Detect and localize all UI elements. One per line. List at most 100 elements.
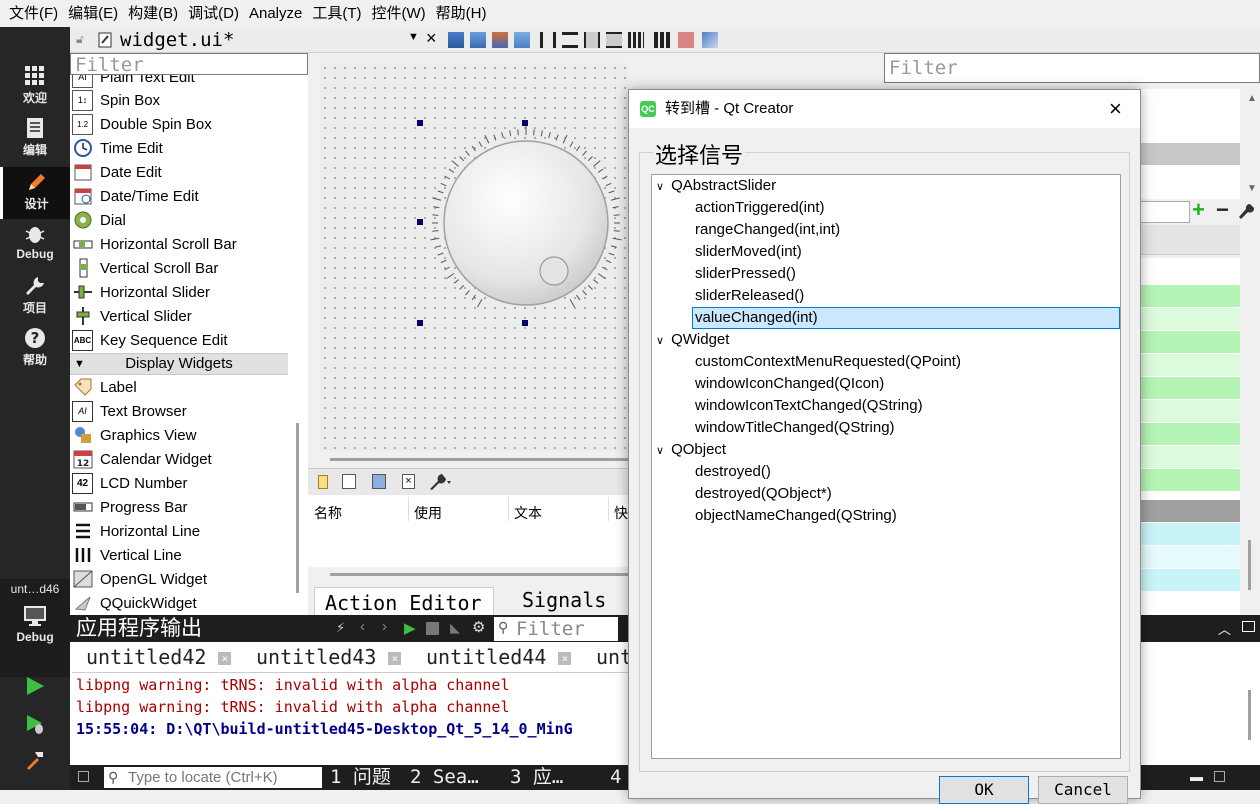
widget-item-lcd-number[interactable]: 42 LCD Number: [72, 471, 188, 495]
tree-node-qobject[interactable]: ∨ QObject: [656, 439, 726, 461]
widget-item-vslider[interactable]: Vertical Slider: [72, 304, 192, 328]
menu-build[interactable]: 构建(B): [123, 0, 183, 27]
file-tab-title[interactable]: widget.ui*: [120, 29, 234, 51]
menu-debug[interactable]: 调试(D): [183, 0, 244, 27]
break-layout-icon[interactable]: [678, 32, 694, 48]
signal-item[interactable]: objectNameChanged(QString): [695, 505, 897, 527]
property-group-header[interactable]: [1140, 500, 1240, 522]
scroll-down-icon[interactable]: ▼: [1247, 183, 1257, 194]
layout-horizontal-icon[interactable]: [540, 32, 556, 48]
remove-property-icon[interactable]: −: [1216, 197, 1229, 223]
wrench-icon[interactable]: [428, 473, 452, 491]
menu-edit[interactable]: 编辑(E): [63, 0, 123, 27]
property-scrollbar[interactable]: [1248, 540, 1251, 590]
output-filter-input[interactable]: ⚲ Filter: [494, 617, 618, 641]
widget-item-datetime-edit[interactable]: Date/Time Edit: [72, 184, 199, 208]
output-tab[interactable]: unt: [582, 642, 628, 672]
tab-action-editor[interactable]: Action Editor: [314, 587, 494, 617]
clean-icon[interactable]: ⚡︎: [336, 620, 345, 636]
output-scrollbar[interactable]: [1248, 690, 1251, 740]
column-header-text[interactable]: 文本: [514, 503, 542, 523]
toggle-right-sidebar-icon[interactable]: [1214, 771, 1225, 782]
column-header-shortcut[interactable]: 快: [614, 503, 628, 523]
output-tab[interactable]: untitled42 ×: [72, 642, 232, 672]
scroll-up-icon[interactable]: ▲: [1247, 93, 1257, 104]
widget-item-hslider[interactable]: Horizontal Slider: [72, 280, 210, 304]
widget-item-calendar[interactable]: 12 Calendar Widget: [72, 447, 212, 471]
menu-file[interactable]: 文件(F): [4, 0, 63, 27]
widget-item-hline[interactable]: Horizontal Line: [72, 519, 200, 543]
wrench-icon[interactable]: [1238, 203, 1256, 221]
signal-item[interactable]: sliderMoved(int): [695, 241, 802, 263]
layout-vertical-icon[interactable]: [562, 32, 578, 48]
copy-action-icon[interactable]: [342, 474, 356, 489]
widget-item-vline[interactable]: Vertical Line: [72, 543, 182, 567]
widget-item-spin-box[interactable]: 1↕ Spin Box: [72, 88, 160, 112]
signal-item[interactable]: actionTriggered(int): [695, 197, 825, 219]
debug-run-icon[interactable]: [24, 713, 46, 735]
tree-node-qwidget[interactable]: ∨ QWidget: [656, 329, 729, 351]
column-header-used[interactable]: 使用: [414, 503, 442, 523]
object-filter-input[interactable]: Filter: [884, 53, 1260, 83]
signal-item[interactable]: windowTitleChanged(QString): [695, 417, 895, 439]
widget-item-text-browser[interactable]: AI Text Browser: [72, 399, 187, 423]
edit-widgets-icon[interactable]: [448, 32, 464, 48]
signal-item[interactable]: sliderReleased(): [695, 285, 804, 307]
property-row[interactable]: [1140, 377, 1240, 399]
widget-item-double-spin-box[interactable]: 1.2 Double Spin Box: [72, 112, 212, 136]
property-row[interactable]: [1140, 546, 1240, 568]
signal-item[interactable]: destroyed(QObject*): [695, 483, 832, 505]
close-icon[interactable]: ×: [558, 652, 572, 665]
object-row-selected[interactable]: [1134, 143, 1240, 165]
property-row[interactable]: [1140, 400, 1240, 422]
mode-help[interactable]: ? 帮助: [0, 323, 70, 375]
selection-handle[interactable]: [522, 320, 528, 326]
selection-handle[interactable]: [417, 219, 423, 225]
locator-input[interactable]: ⚲ Type to locate (Ctrl+K): [104, 767, 322, 788]
widget-item-time-edit[interactable]: Time Edit: [72, 136, 163, 160]
mode-projects[interactable]: 项目: [0, 271, 70, 323]
menu-help[interactable]: 帮助(H): [431, 0, 492, 27]
signal-item-selected[interactable]: valueChanged(int): [692, 307, 1120, 329]
run-icon[interactable]: [24, 675, 46, 697]
tree-node-qabstractslider[interactable]: ∨ QAbstractSlider: [656, 175, 776, 197]
rerun-icon[interactable]: ▶: [404, 619, 416, 637]
property-row[interactable]: [1140, 523, 1240, 545]
widget-filter-input[interactable]: Filter: [70, 53, 308, 76]
dial-widget[interactable]: [428, 121, 642, 335]
widget-item-key-sequence-edit[interactable]: ABC Key Sequence Edit: [72, 328, 228, 352]
widget-item-vscrollbar[interactable]: Vertical Scroll Bar: [72, 256, 218, 280]
pane-search[interactable]: 2 Sea…: [410, 765, 479, 790]
output-tab[interactable]: untitled43 ×: [242, 642, 402, 672]
widget-item-hscrollbar[interactable]: Horizontal Scroll Bar: [72, 232, 237, 256]
chevron-down-icon[interactable]: ▼: [408, 31, 419, 43]
widget-item-progress-bar[interactable]: Progress Bar: [72, 495, 188, 519]
widget-item-label[interactable]: Label: [72, 375, 137, 399]
signal-item[interactable]: destroyed(): [695, 461, 771, 483]
selection-handle[interactable]: [522, 120, 528, 126]
mode-design[interactable]: 设计: [0, 167, 70, 219]
close-icon[interactable]: ×: [388, 652, 402, 665]
kit-selector[interactable]: unt…d46 Debug: [0, 579, 70, 677]
widget-item-opengl[interactable]: OpenGL Widget: [72, 567, 207, 591]
add-property-icon[interactable]: +: [1192, 197, 1205, 223]
mode-debug[interactable]: Debug: [0, 219, 70, 271]
menu-widgets[interactable]: 控件(W): [367, 0, 431, 27]
menu-tools[interactable]: 工具(T): [307, 0, 366, 27]
signal-item[interactable]: windowIconChanged(QIcon): [695, 373, 884, 395]
action-hscrollbar[interactable]: [330, 573, 628, 576]
close-icon[interactable]: ×: [218, 652, 232, 665]
form-editor[interactable]: [320, 63, 628, 451]
mode-edit[interactable]: 编辑: [0, 113, 70, 165]
edit-signals-icon[interactable]: [470, 32, 486, 48]
build-hammer-icon[interactable]: [24, 749, 46, 771]
next-icon[interactable]: ›: [382, 618, 387, 635]
stop-icon[interactable]: [426, 622, 439, 635]
signal-item[interactable]: sliderPressed(): [695, 263, 796, 285]
edit-tab-order-icon[interactable]: [514, 32, 530, 48]
edit-buddies-icon[interactable]: [492, 32, 508, 48]
property-row[interactable]: [1140, 569, 1240, 591]
widget-item-dial[interactable]: Dial: [72, 208, 126, 232]
tab-signals-slots[interactable]: Signals _: [498, 585, 628, 642]
close-icon[interactable]: ×: [426, 28, 437, 49]
